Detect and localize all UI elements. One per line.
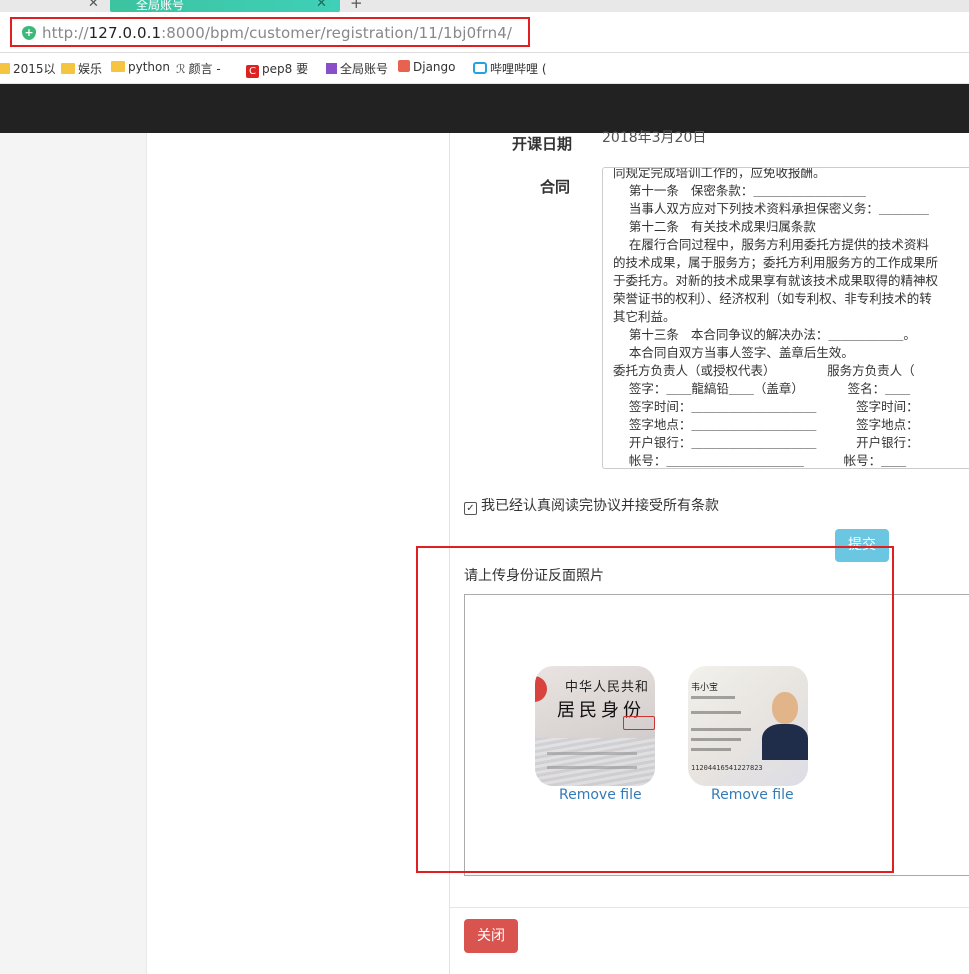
url-path: :8000/bpm/customer/registration/11/1bj0f… <box>161 24 513 42</box>
contract-line: 荣誉证书的权利）、经济权利（如专利权、非专利技术的转 <box>613 291 932 306</box>
top-navbar <box>0 84 969 133</box>
tab-close-icon[interactable]: ✕ <box>316 0 327 11</box>
contract-line: 的技术成果，属于服务方；委托方利用服务方的工作成果所 <box>613 255 939 270</box>
contract-textbox[interactable]: 同规定完成培训工作的，应免收报酬。 第十一条 保密条款：＿＿＿＿＿＿＿＿＿ 当事… <box>602 167 969 469</box>
bookmarks-bar: 2015以 娱乐 python ℛ 颜言 - Cpep8 要 全局账号 Djang… <box>0 53 969 84</box>
contract-line: 签字：＿＿龍縞铅＿＿（盖章） 签名：＿＿ <box>613 381 911 396</box>
tab-title: 全局账号 <box>136 0 185 12</box>
contract-line: 第十二条 有关技术成果归属条款 <box>613 219 816 234</box>
bookmark-yanyan[interactable]: ℛ 颜言 - <box>176 60 221 77</box>
start-date-value: 2018年3月20日 <box>602 130 707 146</box>
bookmark-django[interactable]: Django <box>398 60 456 74</box>
bilibili-icon <box>473 62 487 74</box>
left-sidebar <box>0 133 146 974</box>
jianshu-icon <box>398 60 410 72</box>
tab-strip: ✕ 全局账号 ✕ + <box>0 0 969 12</box>
folder-icon <box>0 63 10 74</box>
contract-line: 开户银行：＿＿＿＿＿＿＿＿＿＿ 开户银行： <box>613 435 919 450</box>
contract-line: 在履行合同过程中，服务方利用委托方提供的技术资料 <box>613 237 929 252</box>
contract-line: 签字地点：＿＿＿＿＿＿＿＿＿＿ 签字地点： <box>613 417 919 432</box>
url-text[interactable]: http://127.0.0.1:8000/bpm/customer/regis… <box>42 24 512 42</box>
contract-line: 当事人双方应对下列技术资料承担保密义务：＿＿＿＿ <box>613 201 929 216</box>
agree-checkbox[interactable]: ✓ <box>464 502 477 515</box>
middle-panel <box>146 133 450 974</box>
url-host: 127.0.0.1 <box>88 24 162 42</box>
contract-text: 同规定完成培训工作的，应免收报酬。 第十一条 保密条款：＿＿＿＿＿＿＿＿＿ 当事… <box>613 167 969 468</box>
highlight-annotation <box>416 546 894 873</box>
bookmark-pep8[interactable]: Cpep8 要 <box>246 60 308 78</box>
bookmark-bilibili[interactable]: 哔哩哔哩 ( <box>473 60 547 77</box>
bookmark-yule[interactable]: 娱乐 <box>61 60 102 77</box>
contract-line: 同规定完成培训工作的，应免收报酬。 <box>613 167 826 180</box>
csdn-icon: C <box>246 65 259 78</box>
bookmark-python[interactable]: python <box>111 60 170 74</box>
contract-line: 委托方负责人（或授权代表） 服务方负责人（ <box>613 363 915 378</box>
footer-divider <box>449 907 969 908</box>
contract-line: 其它利益。 <box>613 309 676 324</box>
contract-line: 本合同自双方当事人签字、盖章后生效。 <box>613 345 854 360</box>
contract-line: 签字时间：＿＿＿＿＿＿＿＿＿＿ 签字时间： <box>613 399 919 414</box>
url-scheme: http:// <box>42 24 89 42</box>
address-bar: + http://127.0.0.1:8000/bpm/customer/reg… <box>0 12 969 53</box>
contract-label: 合同 <box>540 178 571 196</box>
contract-line: 于委托方。对新的技术成果享有就该技术成果取得的精神权 <box>613 273 939 288</box>
start-date-label: 开课日期 <box>512 135 573 153</box>
agree-text: 我已经认真阅读完协议并接受所有条款 <box>481 498 719 514</box>
url-field[interactable]: + http://127.0.0.1:8000/bpm/customer/reg… <box>10 17 530 47</box>
agree-row[interactable]: ✓ 我已经认真阅读完协议并接受所有条款 <box>464 495 719 515</box>
secure-shield-icon: + <box>22 26 36 40</box>
bookmark-global-account[interactable]: 全局账号 <box>326 60 388 77</box>
contract-line: 第十三条 本合同争议的解决办法：＿＿＿＿＿＿。 <box>613 327 916 342</box>
edit-icon <box>326 63 337 74</box>
site-icon: ℛ <box>176 62 186 76</box>
contract-line: 帐号：＿＿＿＿＿＿＿＿＿＿＿ 帐号：＿＿ <box>613 453 907 468</box>
tab-active[interactable]: 全局账号 ✕ <box>110 0 340 12</box>
contract-line: 第十一条 保密条款：＿＿＿＿＿＿＿＿＿ <box>613 183 866 198</box>
new-tab-icon[interactable]: + <box>350 0 363 12</box>
folder-icon <box>61 63 75 74</box>
bookmark-2015[interactable]: 2015以 <box>0 60 56 77</box>
prev-tab-close-icon[interactable]: ✕ <box>88 0 99 11</box>
folder-icon <box>111 61 125 72</box>
close-button[interactable]: 关闭 <box>464 919 518 953</box>
